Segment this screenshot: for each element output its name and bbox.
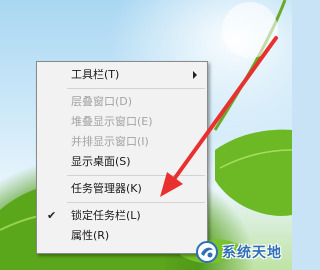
watermark-text: 系统天地 — [222, 245, 282, 261]
menu-separator — [67, 202, 205, 203]
watermark: 系统天地 — [196, 237, 282, 267]
menu-item-task-manager[interactable]: 任务管理器(K) — [37, 179, 207, 199]
menu-item-label: 属性(R) — [71, 229, 110, 242]
menu-separator — [67, 175, 205, 176]
menu-item-lock-taskbar[interactable]: ✔ 锁定任务栏(L) — [37, 206, 207, 226]
menu-item-toolbars[interactable]: 工具栏(T) — [37, 65, 207, 85]
menu-item-label: 显示桌面(S) — [71, 155, 131, 168]
checkmark-icon: ✔ — [47, 209, 57, 222]
menu-item-show-desktop[interactable]: 显示桌面(S) — [37, 152, 207, 172]
menu-item-show-windows-side-by-side[interactable]: 并排显示窗口(I) — [37, 132, 207, 152]
menu-separator — [67, 88, 205, 89]
chevron-right-icon — [193, 71, 197, 79]
menu-item-label: 任务管理器(K) — [71, 182, 142, 195]
menu-item-label: 并排显示窗口(I) — [71, 135, 149, 148]
menu-item-show-windows-stacked[interactable]: 堆叠显示窗口(E) — [37, 112, 207, 132]
menu-item-properties[interactable]: 属性(R) — [37, 226, 207, 246]
taskbar-context-menu: 工具栏(T) 层叠窗口(D) 堆叠显示窗口(E) 并排显示窗口(I) 显示桌面(… — [36, 61, 208, 254]
menu-item-label: 锁定任务栏(L) — [71, 209, 141, 222]
menu-item-label: 层叠窗口(D) — [71, 95, 133, 108]
watermark-logo-icon — [196, 241, 218, 263]
menu-item-cascade-windows[interactable]: 层叠窗口(D) — [37, 92, 207, 112]
menu-item-label: 堆叠显示窗口(E) — [71, 115, 153, 128]
menu-item-label: 工具栏(T) — [71, 68, 120, 81]
